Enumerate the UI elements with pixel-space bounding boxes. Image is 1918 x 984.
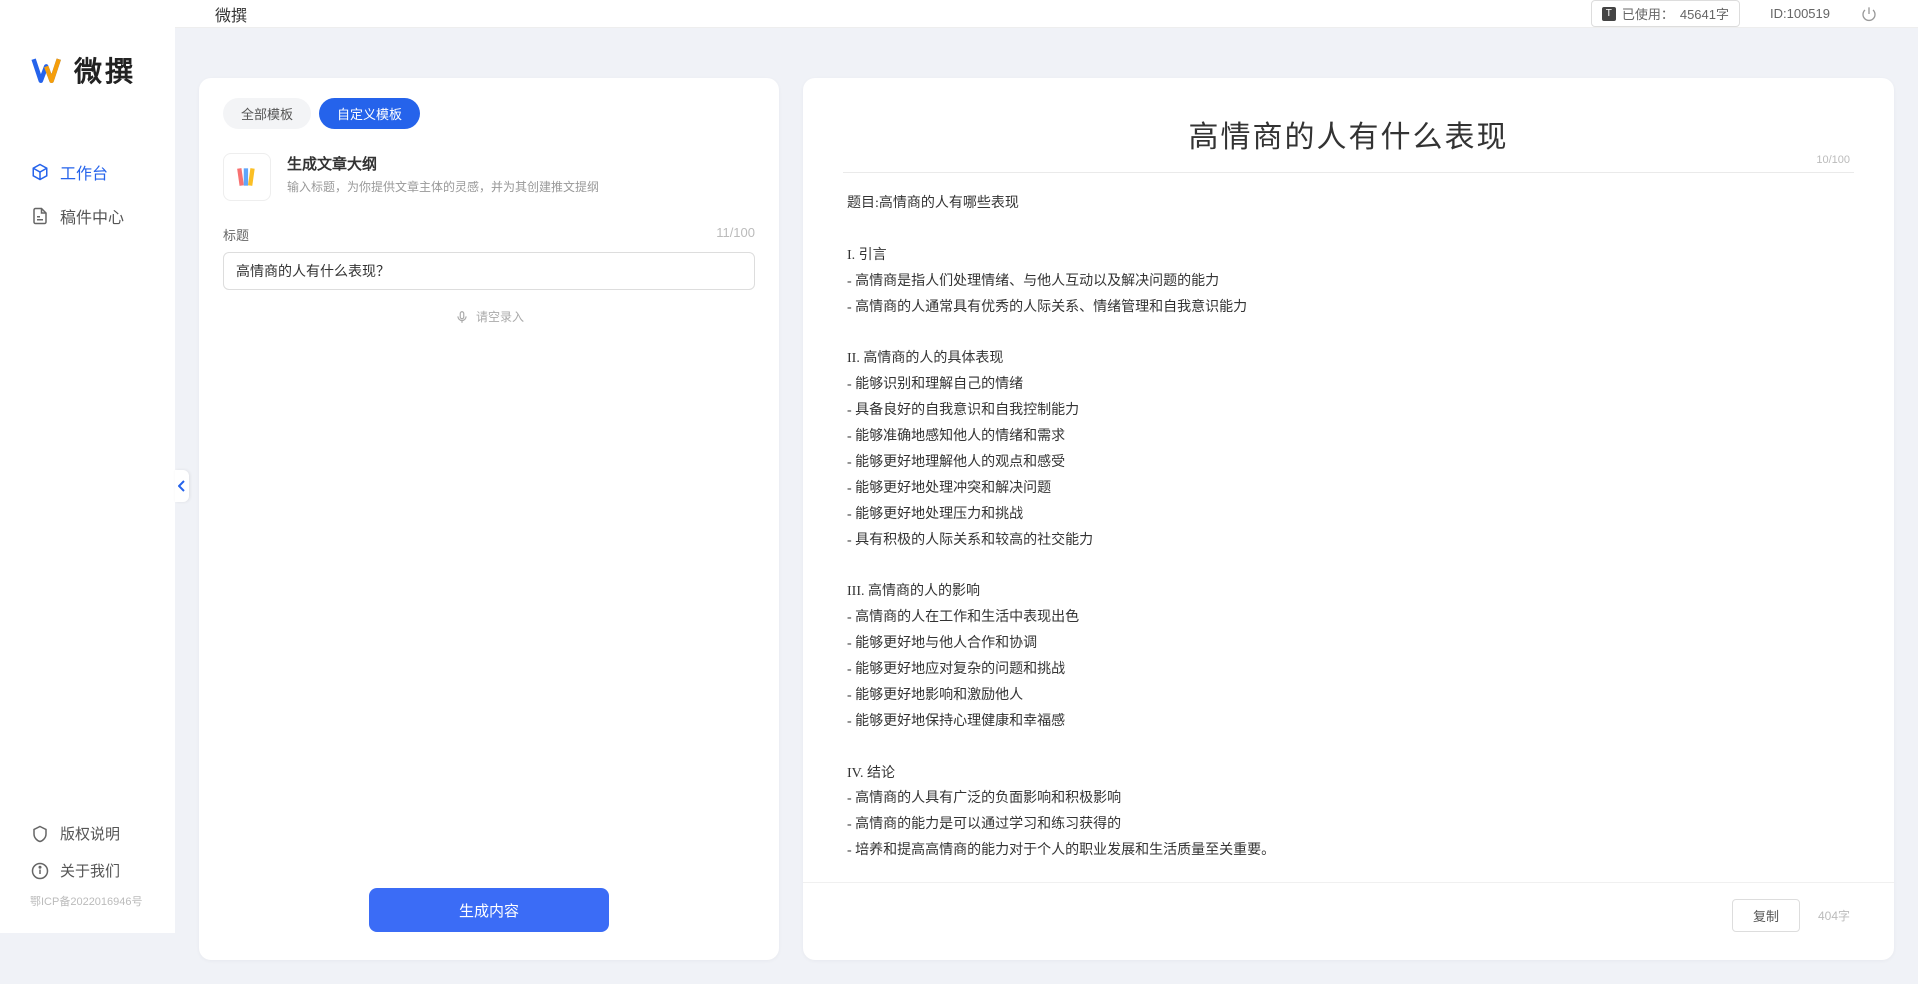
field-label: 标题 (223, 225, 249, 244)
usage-value: 45641字 (1680, 4, 1729, 23)
sidebar-item-label: 版权说明 (60, 823, 120, 844)
output-header: 高情商的人有什么表现 10/100 (803, 78, 1894, 172)
sidebar-collapse-handle[interactable] (175, 470, 189, 502)
page-title: 微撰 (215, 2, 247, 26)
voice-hint-text: 请空录入 (476, 308, 524, 325)
sidebar-item-drafts[interactable]: 稿件中心 (0, 194, 175, 238)
icp-text: 鄂ICP备2022016946号 (0, 889, 175, 913)
output-footer: 复制 404字 (803, 882, 1894, 960)
template-card: 生成文章大纲 输入标题，为你提供文章主体的灵感，并为其创建推文提纲 (199, 129, 779, 225)
title-field: 标题 11/100 (199, 225, 779, 290)
info-icon (30, 861, 50, 881)
tab-custom-template[interactable]: 自定义模板 (319, 98, 420, 129)
generate-button[interactable]: 生成内容 (369, 888, 609, 932)
usage-badge[interactable]: T 已使用： 45641字 (1591, 0, 1740, 27)
usage-prefix: 已使用： (1622, 4, 1674, 23)
logo-icon (30, 52, 66, 88)
sidebar-item-label: 工作台 (60, 160, 108, 184)
sidebar-item-copyright[interactable]: 版权说明 (0, 815, 175, 852)
output-panel: 高情商的人有什么表现 10/100 题目:高情商的人有哪些表现 I. 引言 - … (803, 78, 1894, 960)
card-title: 生成文章大纲 (287, 153, 599, 174)
sidebar-item-workspace[interactable]: 工作台 (0, 150, 175, 194)
card-description: 输入标题，为你提供文章主体的灵感，并为其创建推文提纲 (287, 178, 599, 195)
shield-icon (30, 824, 50, 844)
tab-all-templates[interactable]: 全部模板 (223, 98, 311, 129)
mic-icon (454, 309, 470, 325)
brand-logo: 微撰 (0, 50, 175, 90)
main-area: 微撰 T 已使用： 45641字 ID:100519 全部模板 自定义模板 (175, 0, 1918, 933)
template-tabs: 全部模板 自定义模板 (199, 78, 779, 129)
output-title: 高情商的人有什么表现 (843, 112, 1854, 156)
output-char-count: 404字 (1818, 907, 1850, 924)
sidebar-footer: 版权说明 关于我们 鄂ICP备2022016946号 (0, 815, 175, 933)
sidebar-nav: 工作台 稿件中心 (0, 150, 175, 815)
document-icon (30, 206, 50, 226)
output-top-count: 10/100 (1816, 154, 1850, 166)
config-panel: 全部模板 自定义模板 生成文章大纲 输入标题，为你提供文章主体的灵感，并为其创建… (199, 78, 779, 960)
voice-input-hint[interactable]: 请空录入 (199, 308, 779, 325)
books-icon (223, 153, 271, 201)
title-input[interactable] (223, 252, 755, 290)
logo-text: 微撰 (74, 50, 136, 90)
copy-button[interactable]: 复制 (1732, 899, 1800, 932)
user-id: ID:100519 (1770, 6, 1830, 21)
output-body: 题目:高情商的人有哪些表现 I. 引言 - 高情商是指人们处理情绪、与他人互动以… (803, 173, 1894, 882)
cube-icon (30, 162, 50, 182)
sidebar-item-label: 稿件中心 (60, 204, 124, 228)
power-icon[interactable] (1860, 5, 1878, 23)
t-icon: T (1602, 7, 1616, 21)
topbar: 微撰 T 已使用： 45641字 ID:100519 (175, 0, 1918, 28)
field-char-count: 11/100 (716, 225, 755, 244)
sidebar-item-label: 关于我们 (60, 860, 120, 881)
sidebar-item-about[interactable]: 关于我们 (0, 852, 175, 889)
sidebar: 微撰 工作台 稿件中心 版权说明 (0, 0, 175, 933)
